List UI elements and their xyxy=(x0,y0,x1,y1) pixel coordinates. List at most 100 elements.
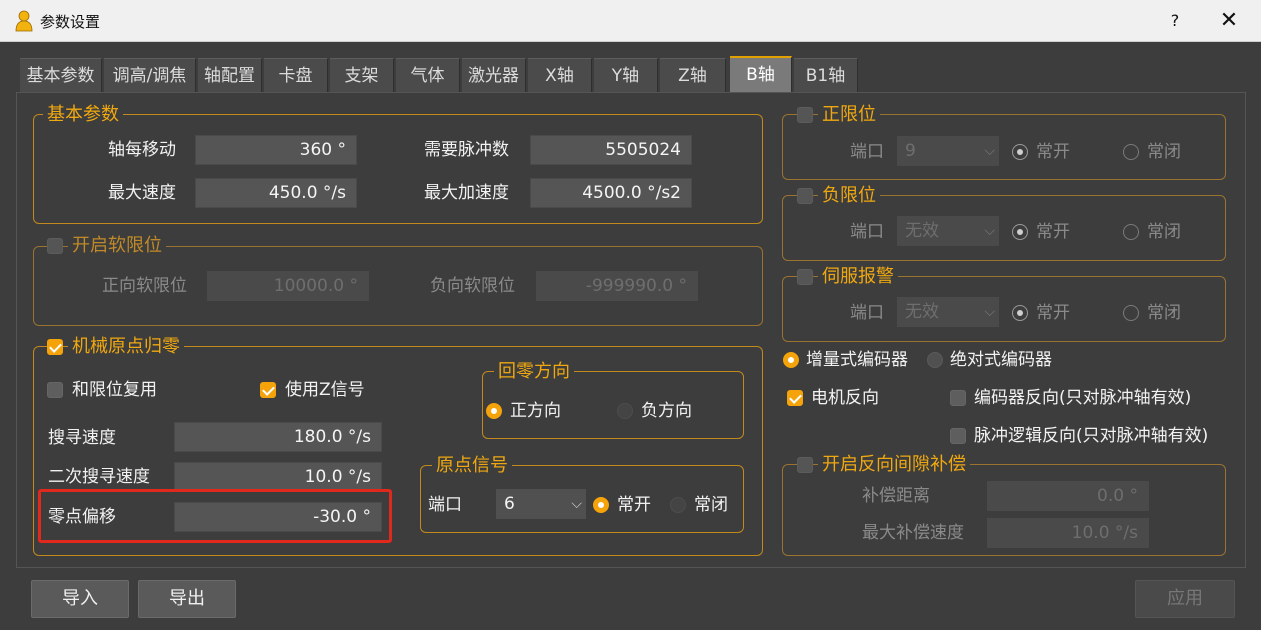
origin-port-label: 端口 xyxy=(428,495,462,515)
backlash-distance-label: 补偿距离 xyxy=(862,486,930,506)
tab-basic-params[interactable]: 基本参数 xyxy=(20,58,102,92)
servo-alarm-normally-closed-label: 常闭 xyxy=(1147,303,1181,323)
encoder-reverse-checkbox[interactable] xyxy=(950,390,966,406)
positive-limit-title: 正限位 xyxy=(818,105,880,125)
search-speed-label: 搜寻速度 xyxy=(48,428,116,448)
apply-button[interactable]: 应用 xyxy=(1135,580,1235,618)
negative-direction-radio[interactable] xyxy=(617,403,633,419)
positive-soft-limit-label: 正向软限位 xyxy=(102,276,187,296)
tab-support[interactable]: 支架 xyxy=(330,58,394,92)
soft-limit-checkbox[interactable] xyxy=(47,238,63,254)
max-speed-label: 最大速度 xyxy=(108,183,176,203)
tab-y-axis[interactable]: Y轴 xyxy=(594,58,658,92)
positive-direction-label: 正方向 xyxy=(510,401,561,421)
positive-direction-radio[interactable] xyxy=(486,403,502,419)
user-icon xyxy=(15,10,33,32)
servo-alarm-normally-open-radio[interactable] xyxy=(1012,305,1028,321)
pulse-count-input[interactable]: 5505024 xyxy=(530,135,692,165)
incremental-encoder-radio[interactable] xyxy=(783,352,799,368)
pulse-count-label: 需要脉冲数 xyxy=(424,140,509,160)
origin-port-select[interactable]: 6 ⌵ xyxy=(496,489,586,519)
positive-limit-port-select[interactable]: 9 ⌵ xyxy=(897,136,999,166)
negative-soft-limit-label: 负向软限位 xyxy=(430,276,515,296)
absolute-encoder-label: 绝对式编码器 xyxy=(950,350,1052,370)
servo-alarm-normally-open-label: 常开 xyxy=(1036,303,1070,323)
reuse-limit-checkbox[interactable] xyxy=(47,382,63,398)
positive-limit-port-label: 端口 xyxy=(850,142,884,162)
homing-checkbox[interactable] xyxy=(47,339,63,355)
second-search-speed-input[interactable]: 10.0 °/s xyxy=(174,462,382,492)
import-button[interactable]: 导入 xyxy=(31,580,129,618)
positive-limit-normally-closed-label: 常闭 xyxy=(1147,142,1181,162)
positive-limit-normally-open-label: 常开 xyxy=(1036,142,1070,162)
servo-alarm-title: 伺服报警 xyxy=(818,267,898,287)
use-z-signal-label: 使用Z信号 xyxy=(285,380,365,400)
tab-gas[interactable]: 气体 xyxy=(396,58,460,92)
second-search-speed-label: 二次搜寻速度 xyxy=(48,467,150,487)
search-speed-input[interactable]: 180.0 °/s xyxy=(174,422,382,452)
backlash-checkbox[interactable] xyxy=(797,457,813,473)
tab-x-axis[interactable]: X轴 xyxy=(528,58,592,92)
origin-port-value: 6 xyxy=(504,494,515,514)
use-z-signal-checkbox[interactable] xyxy=(260,382,276,398)
backlash-distance-input[interactable]: 0.0 ° xyxy=(987,481,1149,511)
negative-limit-title: 负限位 xyxy=(818,186,880,206)
backlash-max-speed-input[interactable]: 10.0 °/s xyxy=(987,518,1149,548)
servo-alarm-normally-closed-radio[interactable] xyxy=(1123,305,1139,321)
tab-chuck[interactable]: 卡盘 xyxy=(264,58,328,92)
move-per-axis-label: 轴每移动 xyxy=(108,140,176,160)
positive-limit-normally-closed-radio[interactable] xyxy=(1123,144,1139,160)
tab-axis-config[interactable]: 轴配置 xyxy=(198,58,262,92)
tab-b1-axis[interactable]: B1轴 xyxy=(794,58,858,92)
origin-normally-open-label: 常开 xyxy=(617,495,651,515)
tab-z-axis[interactable]: Z轴 xyxy=(660,58,726,92)
incremental-encoder-label: 增量式编码器 xyxy=(806,350,908,370)
move-per-axis-input[interactable]: 360 ° xyxy=(195,135,357,165)
backlash-max-speed-label: 最大补偿速度 xyxy=(862,523,964,543)
negative-limit-checkbox[interactable] xyxy=(797,188,813,204)
export-button[interactable]: 导出 xyxy=(138,580,236,618)
close-button[interactable]: ✕ xyxy=(1214,8,1244,34)
window-title: 参数设置 xyxy=(40,13,101,31)
servo-alarm-port-select[interactable]: 无效 ⌵ xyxy=(897,297,999,327)
tab-height-focus[interactable]: 调高/调焦 xyxy=(104,58,196,92)
title-bar: 参数设置 ? ✕ xyxy=(0,0,1261,42)
motor-reverse-checkbox[interactable] xyxy=(787,390,803,406)
motor-reverse-label: 电机反向 xyxy=(811,388,879,408)
homing-direction-title: 回零方向 xyxy=(494,362,574,382)
soft-limit-title: 开启软限位 xyxy=(68,236,166,256)
negative-soft-limit-input[interactable]: -999990.0 ° xyxy=(536,271,698,301)
origin-signal-title: 原点信号 xyxy=(432,456,512,476)
backlash-title: 开启反向间隙补偿 xyxy=(818,455,970,475)
reuse-limit-label: 和限位复用 xyxy=(72,380,157,400)
chevron-down-icon: ⌵ xyxy=(984,143,995,159)
absolute-encoder-radio[interactable] xyxy=(927,352,943,368)
chevron-down-icon: ⌵ xyxy=(984,223,995,239)
negative-limit-port-select[interactable]: 无效 ⌵ xyxy=(897,216,999,246)
negative-limit-normally-closed-radio[interactable] xyxy=(1123,224,1139,240)
encoder-reverse-label: 编码器反向(只对脉冲轴有效) xyxy=(974,388,1192,408)
origin-normally-open-radio[interactable] xyxy=(593,497,609,513)
max-acceleration-input[interactable]: 4500.0 °/s2 xyxy=(530,178,692,208)
servo-alarm-port-value: 无效 xyxy=(905,302,939,322)
origin-normally-closed-radio[interactable] xyxy=(670,497,686,513)
zero-offset-highlight xyxy=(38,489,392,543)
max-speed-input[interactable]: 450.0 °/s xyxy=(195,178,357,208)
pulse-logic-reverse-checkbox[interactable] xyxy=(950,428,966,444)
tab-laser[interactable]: 激光器 xyxy=(462,58,526,92)
chevron-down-icon: ⌵ xyxy=(571,496,582,512)
positive-limit-checkbox[interactable] xyxy=(797,107,813,123)
negative-direction-label: 负方向 xyxy=(641,401,692,421)
homing-title: 机械原点归零 xyxy=(68,337,184,357)
max-acceleration-label: 最大加速度 xyxy=(424,183,509,203)
servo-alarm-checkbox[interactable] xyxy=(797,269,813,285)
negative-limit-normally-open-radio[interactable] xyxy=(1012,224,1028,240)
help-button[interactable]: ? xyxy=(1162,8,1188,34)
positive-limit-port-value: 9 xyxy=(905,141,916,161)
tab-b-axis[interactable]: B轴 xyxy=(730,56,792,92)
chevron-down-icon: ⌵ xyxy=(984,304,995,320)
negative-limit-normally-closed-label: 常闭 xyxy=(1147,222,1181,242)
negative-limit-port-value: 无效 xyxy=(905,221,939,241)
positive-limit-normally-open-radio[interactable] xyxy=(1012,144,1028,160)
positive-soft-limit-input[interactable]: 10000.0 ° xyxy=(207,271,369,301)
